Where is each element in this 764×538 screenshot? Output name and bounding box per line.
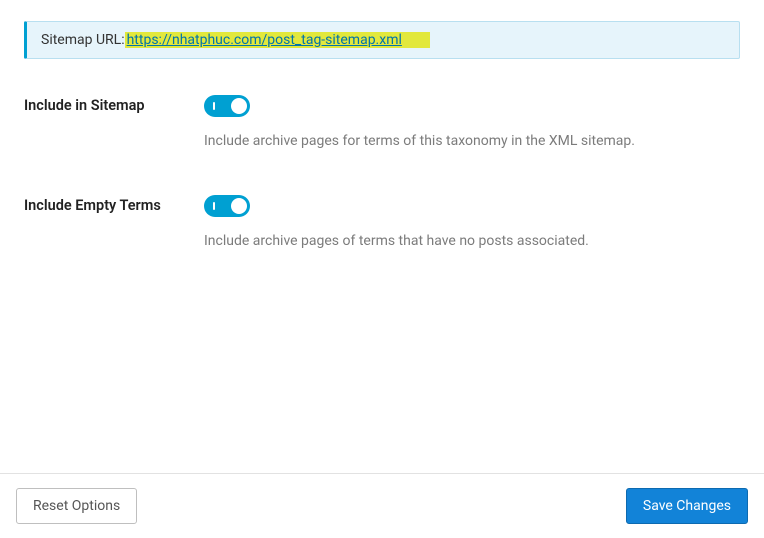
sitemap-url-label: Sitemap URL: bbox=[41, 32, 125, 48]
setting-description: Include archive pages for terms of this … bbox=[204, 133, 740, 149]
reset-options-button[interactable]: Reset Options bbox=[16, 488, 137, 524]
footer-bar: Reset Options Save Changes bbox=[0, 473, 764, 538]
include-in-sitemap-toggle[interactable] bbox=[204, 95, 250, 117]
setting-label: Include in Sitemap bbox=[24, 95, 204, 149]
setting-include-empty-terms: Include Empty Terms Include archive page… bbox=[24, 195, 740, 249]
include-empty-terms-toggle[interactable] bbox=[204, 195, 250, 217]
save-changes-button[interactable]: Save Changes bbox=[626, 488, 748, 524]
sitemap-url-link[interactable]: https://nhatphuc.com/post_tag-sitemap.xm… bbox=[127, 32, 430, 48]
setting-label: Include Empty Terms bbox=[24, 195, 204, 249]
setting-include-in-sitemap: Include in Sitemap Include archive pages… bbox=[24, 95, 740, 149]
sitemap-url-notice: Sitemap URL: https://nhatphuc.com/post_t… bbox=[24, 21, 740, 59]
setting-description: Include archive pages of terms that have… bbox=[204, 233, 740, 249]
